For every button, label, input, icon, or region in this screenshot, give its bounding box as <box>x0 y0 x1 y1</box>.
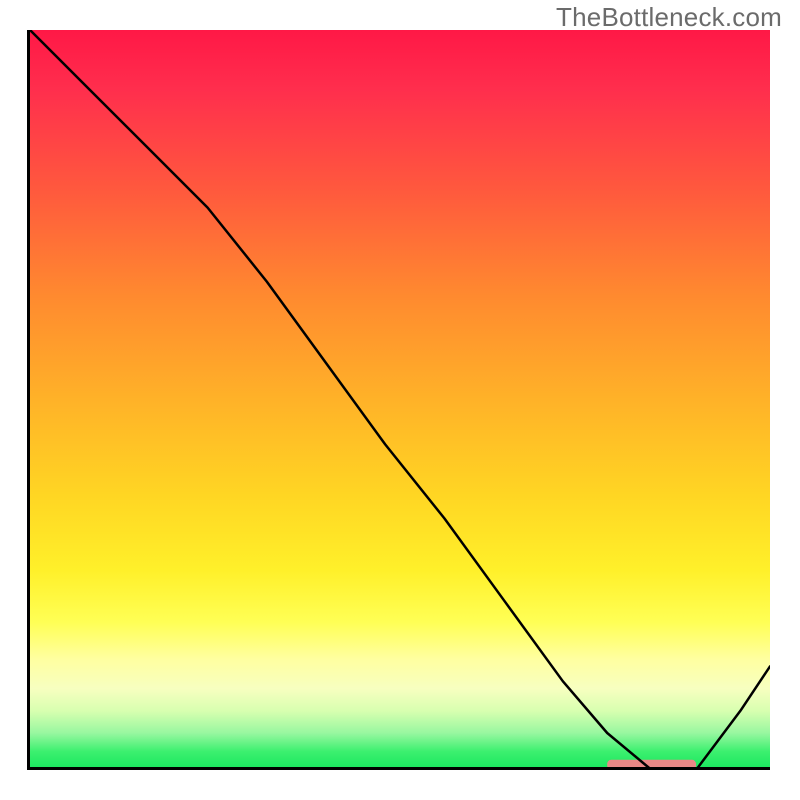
watermark-text: TheBottleneck.com <box>556 2 782 33</box>
x-axis <box>30 767 770 770</box>
y-axis <box>27 30 30 770</box>
chart-svg <box>30 30 770 770</box>
plot-area <box>30 30 770 770</box>
curve-path <box>30 30 770 770</box>
chart-container: TheBottleneck.com <box>0 0 800 800</box>
